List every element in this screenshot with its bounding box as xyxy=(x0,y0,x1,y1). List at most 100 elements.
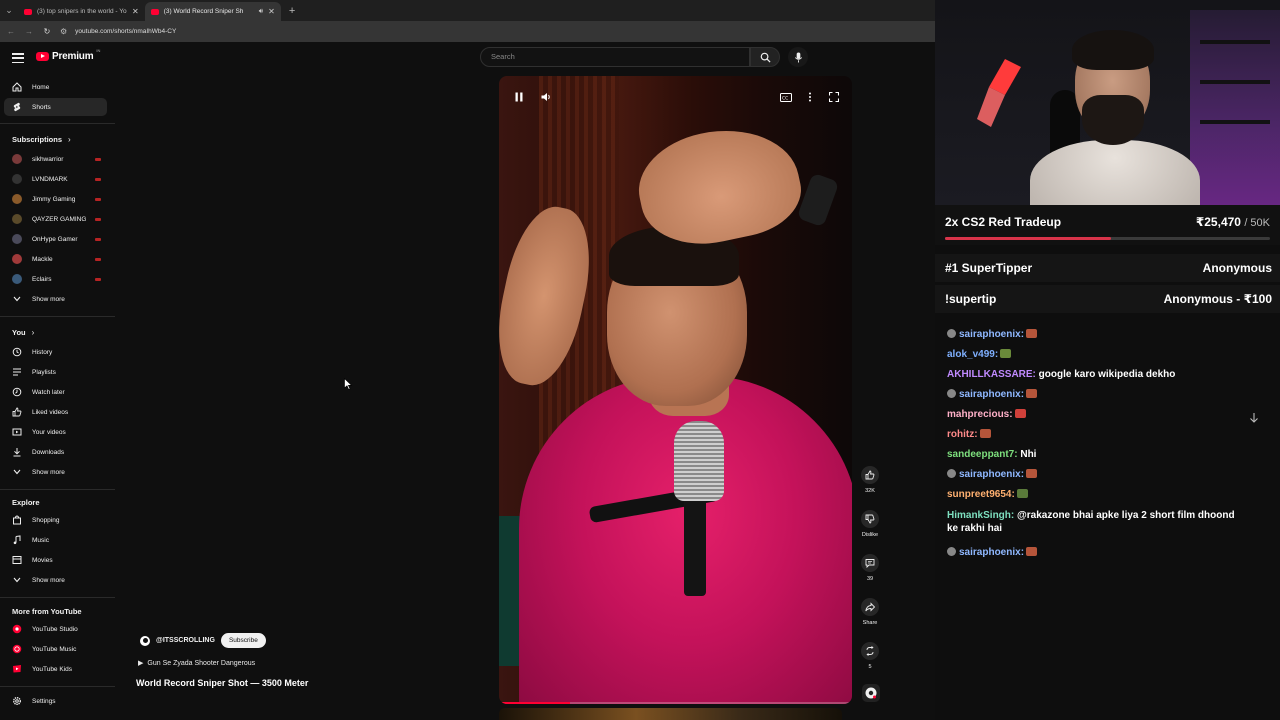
captions-button[interactable]: CC xyxy=(778,90,794,104)
volume-button[interactable] xyxy=(538,90,554,104)
sidebar-item-subscription[interactable]: Mackle xyxy=(4,250,107,268)
chat-emote-icon xyxy=(1026,389,1038,398)
chat-username[interactable]: sunpreet9654: xyxy=(947,489,1015,500)
sidebar-item-youtube-studio[interactable]: YouTube Studio xyxy=(4,620,107,638)
dislike-button[interactable]: Dislike xyxy=(858,510,882,538)
close-tab-icon[interactable]: ✕ xyxy=(132,7,139,16)
chat-message: sairaphoenix: xyxy=(947,546,1038,559)
chat-message: alok_v499: xyxy=(947,348,1012,361)
chat-username[interactable]: rohitz: xyxy=(947,429,978,440)
chat-username[interactable]: mahprecious: xyxy=(947,409,1013,420)
fullscreen-button[interactable] xyxy=(826,90,842,104)
search-input[interactable]: Search xyxy=(480,47,750,67)
chat-username[interactable]: AKHILLKASSARE: xyxy=(947,369,1036,380)
remix-button[interactable]: 5 xyxy=(858,642,882,670)
sidebar-item-subscription[interactable]: OnHype Gamer xyxy=(4,230,107,248)
sidebar-item-settings[interactable]: Settings xyxy=(4,692,107,710)
channel-name[interactable]: @ITSSCROLLING xyxy=(156,637,215,644)
sidebar-item-youtube-kids[interactable]: YouTube Kids xyxy=(4,660,107,678)
next-short-preview[interactable] xyxy=(499,708,842,720)
tab-search-icon[interactable]: ⌄ xyxy=(0,0,18,21)
chat-emote-icon xyxy=(979,429,991,438)
close-tab-icon[interactable]: ✕ xyxy=(268,7,275,16)
sidebar-item-subscription[interactable]: QAYZER GAMING xyxy=(4,210,107,228)
url-field[interactable]: youtube.com/shorts/nmaIhWb4-CY xyxy=(75,28,176,35)
channel-avatar[interactable] xyxy=(140,635,150,646)
comment-icon xyxy=(861,554,879,572)
share-label: Share xyxy=(862,620,878,626)
chat-message: HimankSingh: @rakazone bhai apke liya 2 … xyxy=(947,509,1247,535)
subscribe-button[interactable]: Subscribe xyxy=(220,633,266,648)
chat-username[interactable]: HimankSingh: xyxy=(947,510,1014,521)
logo-text: Premium xyxy=(52,51,94,62)
audio-playing-icon[interactable]: 🔊︎ xyxy=(259,8,263,16)
subscriptions-heading[interactable]: Subscriptions › xyxy=(12,135,71,144)
goal-current: ₹25,470 xyxy=(1195,215,1241,229)
sidebar-item-music[interactable]: Music xyxy=(4,531,107,549)
sidebar-item-youtube-music[interactable]: YouTube Music xyxy=(4,640,107,658)
sidebar-item-watch-later[interactable]: Watch later xyxy=(4,383,107,401)
record-icon xyxy=(865,687,877,699)
voice-search-button[interactable] xyxy=(788,47,808,67)
sidebar-item-downloads[interactable]: Downloads xyxy=(4,443,107,461)
sidebar-item-label: sikhwarrior xyxy=(32,155,64,163)
divider xyxy=(0,123,115,124)
thumbs-down-icon xyxy=(861,510,879,528)
menu-icon[interactable] xyxy=(12,53,24,63)
tab-1[interactable]: (3) World Record Sniper Sh 🔊︎ ✕ xyxy=(144,2,281,21)
show-more-subscriptions-button[interactable]: Show more xyxy=(4,290,107,308)
sidebar-item-subscription[interactable]: LVNDMARK xyxy=(4,170,107,188)
sidebar-item-label: Jimmy Gaming xyxy=(32,195,76,203)
sidebar-item-subscription[interactable]: Eclairs xyxy=(4,270,107,288)
video-progress-bar[interactable] xyxy=(499,702,852,704)
live-indicator-icon xyxy=(95,277,101,281)
comments-button[interactable]: 39 xyxy=(858,554,882,582)
goal-title: 2x CS2 Red Tradeup xyxy=(945,215,1062,229)
chat-username[interactable]: sairaphoenix: xyxy=(959,469,1024,480)
show-more-you-button[interactable]: Show more xyxy=(4,463,107,481)
like-button[interactable]: 32K xyxy=(858,466,882,494)
youtube-logo[interactable]: Premium IN xyxy=(36,48,100,62)
sidebar-item-shopping[interactable]: Shopping xyxy=(4,511,107,529)
show-more-explore-button[interactable]: Show more xyxy=(4,571,107,589)
forward-icon[interactable]: → xyxy=(24,27,34,36)
video-player[interactable]: CC xyxy=(499,76,852,704)
sidebar-item-label: QAYZER GAMING xyxy=(32,215,87,223)
supertip-command-value: Anonymous - ₹100 xyxy=(1163,292,1272,306)
sidebar-item-movies[interactable]: Movies xyxy=(4,551,107,569)
more-vertical-icon xyxy=(809,92,811,102)
new-tab-icon[interactable]: + xyxy=(281,2,303,21)
sidebar-item-label: YouTube Studio xyxy=(32,625,78,633)
sidebar-item-history[interactable]: History xyxy=(4,343,107,361)
sidebar-item-label: Shorts xyxy=(32,103,51,111)
sidebar-item-label: Show more xyxy=(32,468,65,476)
sidebar-item-subscription[interactable]: Jimmy Gaming xyxy=(4,190,107,208)
more-options-button[interactable] xyxy=(802,90,818,104)
chat-username[interactable]: sairaphoenix: xyxy=(959,329,1024,340)
sidebar-item-home[interactable]: Home xyxy=(4,78,107,96)
tab-0[interactable]: (3) top snipers in the world - Yo ✕ xyxy=(18,2,145,21)
pause-button[interactable] xyxy=(511,90,527,104)
sidebar-item-your-videos[interactable]: Your videos xyxy=(4,423,107,441)
live-indicator-icon xyxy=(95,197,101,201)
chat-username[interactable]: sandeeppant7: xyxy=(947,449,1018,460)
sound-link[interactable]: ▶ Gun Se Zyada Shooter Dangerous xyxy=(138,659,256,668)
channel-row: @ITSSCROLLING Subscribe xyxy=(140,633,266,648)
sound-title: Gun Se Zyada Shooter Dangerous xyxy=(147,659,256,667)
back-icon[interactable]: ← xyxy=(6,27,16,36)
chat-username[interactable]: sairaphoenix: xyxy=(959,547,1024,558)
sound-thumbnail[interactable] xyxy=(862,684,880,702)
search-button[interactable] xyxy=(750,47,780,67)
sidebar-item-playlists[interactable]: Playlists xyxy=(4,363,107,381)
share-button[interactable]: Share xyxy=(858,598,882,626)
youtube-music-icon xyxy=(12,644,22,654)
sidebar-item-liked-videos[interactable]: Liked videos xyxy=(4,403,107,421)
sidebar-item-shorts[interactable]: Shorts xyxy=(4,98,107,116)
scroll-to-latest-button[interactable] xyxy=(1246,410,1262,426)
chat-username[interactable]: alok_v499: xyxy=(947,349,998,360)
site-info-icon[interactable]: ⚙ xyxy=(60,27,67,36)
reload-icon[interactable]: ↻ xyxy=(42,27,52,36)
sidebar-item-subscription[interactable]: sikhwarrior xyxy=(4,150,107,168)
chat-username[interactable]: sairaphoenix: xyxy=(959,389,1024,400)
you-heading[interactable]: You › xyxy=(12,328,34,337)
